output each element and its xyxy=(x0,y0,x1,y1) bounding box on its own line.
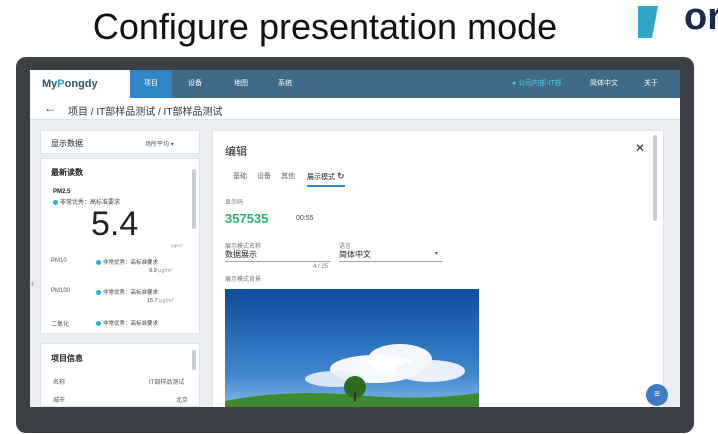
display-data-panel: 显示数据 场所平均 ▾ xyxy=(40,130,200,154)
info-value: IT部样品测试 xyxy=(149,380,185,386)
code-timer: 00:55 xyxy=(296,215,314,222)
row-status: 非常优秀：高标准要求 xyxy=(96,288,158,296)
project-info-panel: 项目信息 名称 IT部样品测试 城市 北京 xyxy=(40,343,200,407)
mode-name-input[interactable]: 数据展示 xyxy=(225,249,257,260)
language-menu[interactable]: 简体中文 xyxy=(590,70,618,98)
slide-title: Configure presentation mode xyxy=(92,6,558,47)
row-value: 15.7 μg/m³ xyxy=(147,298,174,304)
refresh-icon[interactable]: ↻ xyxy=(337,171,345,181)
char-counter: 4 / 25 xyxy=(313,264,329,270)
close-icon[interactable]: ✕ xyxy=(635,141,645,155)
status-dot-icon xyxy=(96,260,101,266)
status-dot-icon xyxy=(53,199,58,205)
row-value: 9.9 μg/m³ xyxy=(149,268,173,274)
row-name: PM10 xyxy=(51,258,67,264)
latest-readings-title: 最新读数 xyxy=(51,168,83,177)
display-code-label: 显示码 xyxy=(225,200,244,206)
tab-device[interactable]: 设备 xyxy=(257,171,271,181)
info-value: 北京 xyxy=(176,398,189,404)
caret-down-icon[interactable]: ▾ xyxy=(435,250,438,257)
row-name: 二氧化 xyxy=(51,322,70,328)
mode-name-underline xyxy=(225,261,331,262)
brand-logo[interactable]: MyPongdy xyxy=(30,70,130,98)
user-icon: ● xyxy=(512,80,517,87)
caret-down-icon: ▾ xyxy=(170,142,174,148)
breadcrumb-bar: ← 项目 / IT部样品测试 / IT部样品测试 xyxy=(30,98,680,120)
app-screen: MyPongdy 项目 设备 地图 系统 ● 公司内部-IT部 简体中文 关于 … xyxy=(30,70,680,407)
scrollbar[interactable] xyxy=(192,169,196,229)
arrow-left-icon[interactable]: ← xyxy=(44,101,56,115)
tab-basic[interactable]: 基础 xyxy=(233,171,247,181)
row-status: 非常优秀：高标准要求 xyxy=(96,258,158,266)
slide: Configure presentation mode or MyPongdy … xyxy=(0,0,718,434)
background-label: 展示模式背景 xyxy=(225,277,262,283)
nav-system[interactable]: 系统 xyxy=(264,70,306,98)
breadcrumb: 项目 / IT部样品测试 / IT部样品测试 xyxy=(68,107,223,118)
latest-readings-panel: 最新读数 PM2.5 非常优秀：高标准要求 5.4 μg/m³ PM10 非常优… xyxy=(40,158,200,334)
language-select[interactable]: 简体中文 xyxy=(339,249,371,260)
pm25-unit: μg/m³ xyxy=(171,243,183,248)
chevron-left-icon[interactable]: ‹ xyxy=(31,278,34,288)
tab-presentation-mode[interactable]: 展示模式 ↻ xyxy=(307,171,345,187)
edit-dialog: 编辑 ✕ 基础 设备 其他 展示模式 ↻ 显示码 357535 00:55 展示… xyxy=(212,130,664,407)
nav-device[interactable]: 设备 xyxy=(174,70,216,98)
display-code: 357535 xyxy=(225,211,269,226)
display-data-label: 显示数据 xyxy=(51,139,83,148)
pm25-value: 5.4 xyxy=(91,205,139,243)
nav-map[interactable]: 地图 xyxy=(220,70,262,98)
info-label: 城市 xyxy=(53,398,66,404)
row-status: 非常优秀：高标准要求 xyxy=(96,319,158,327)
dialog-title: 编辑 xyxy=(225,146,247,158)
info-label: 名称 xyxy=(53,380,66,386)
display-data-select[interactable]: 场所平均 ▾ xyxy=(145,139,174,148)
top-nav-bar: MyPongdy 项目 设备 地图 系统 ● 公司内部-IT部 简体中文 关于 xyxy=(30,70,680,98)
status-dot-icon xyxy=(96,290,101,296)
scrollbar[interactable] xyxy=(192,350,196,370)
pm25-name: PM2.5 xyxy=(53,189,71,195)
project-info-title: 项目信息 xyxy=(51,354,83,363)
logo-text: or xyxy=(684,0,718,38)
nav-project[interactable]: 项目 xyxy=(130,70,172,98)
about-link[interactable]: 关于 xyxy=(644,70,658,98)
menu-icon[interactable]: ≡ xyxy=(646,384,668,406)
scrollbar[interactable] xyxy=(653,135,657,221)
language-underline xyxy=(339,261,443,262)
status-dot-icon xyxy=(96,321,101,327)
user-menu[interactable]: ● 公司内部-IT部 xyxy=(512,70,562,98)
background-image[interactable] xyxy=(225,289,479,407)
tab-other[interactable]: 其他 xyxy=(281,171,295,181)
row-name: PM100 xyxy=(51,288,71,294)
